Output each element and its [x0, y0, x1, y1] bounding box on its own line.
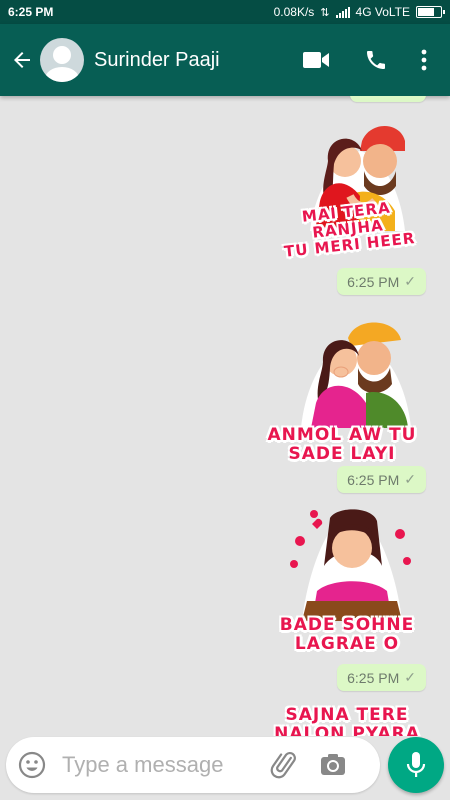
- sticker-couple-shy[interactable]: [296, 318, 416, 428]
- message-time: 6:25 PM: [347, 669, 400, 686]
- sticker-caption-line: BADE SOHNE: [279, 615, 415, 635]
- sticker-caption-line: ANMOL AW TU: [267, 425, 417, 445]
- sent-check-icon: ✓: [404, 273, 416, 289]
- chat-area[interactable]: MAI TERA RANJHA TU MERI HEER 6:25 PM ✓ A…: [0, 96, 450, 736]
- status-indicators: 0.08K/s ⇅ 4G VoLTE: [273, 5, 445, 19]
- voice-record-button[interactable]: [388, 737, 444, 793]
- sticker-caption-line: SAJNA TERE: [285, 705, 409, 725]
- sticker-caption-line: LAGRAE O: [294, 633, 400, 654]
- message-time: 6:25 PM: [347, 273, 400, 290]
- sticker-caption-2: ANMOL AW TU SADE LAYI: [262, 426, 422, 463]
- sent-check-icon: ✓: [404, 669, 416, 685]
- phone-icon: [367, 51, 385, 69]
- message-bubble-partial: [350, 96, 426, 102]
- data-speed: 0.08K/s: [273, 5, 315, 19]
- voice-call-button[interactable]: [356, 40, 396, 80]
- data-transfer-icon: ⇅: [320, 6, 330, 19]
- sticker-caption-line: NALON PYARA: [274, 723, 420, 736]
- message-composer: [6, 737, 380, 793]
- network-type: 4G VoLTE: [355, 5, 410, 19]
- sticker-caption-line: SADE LAYI: [288, 443, 396, 464]
- video-camera-icon: [303, 52, 329, 68]
- status-time: 6:25 PM: [8, 5, 54, 19]
- chat-header: Surinder Paaji: [0, 24, 450, 96]
- camera-button[interactable]: [318, 750, 348, 780]
- more-vertical-icon: [421, 49, 427, 71]
- more-options-button[interactable]: [404, 40, 444, 80]
- message-time-bubble-1: 6:25 PM ✓: [337, 268, 426, 295]
- battery-icon: [416, 6, 445, 18]
- sticker-caption-3: BADE SOHNE LAGRAE O: [262, 616, 432, 653]
- arrow-left-icon: [14, 52, 30, 68]
- video-call-button[interactable]: [296, 40, 336, 80]
- sticker-caption-1: MAI TERA RANJHA TU MERI HEER: [266, 196, 430, 262]
- contact-name[interactable]: Surinder Paaji: [94, 49, 296, 72]
- sticker-caption-4: SAJNA TERE NALON PYARA: [262, 706, 432, 736]
- status-bar: 6:25 PM 0.08K/s ⇅ 4G VoLTE: [0, 0, 450, 24]
- microphone-icon: [406, 752, 426, 777]
- message-time-bubble-3: 6:25 PM ✓: [337, 664, 426, 691]
- message-time-bubble-2: 6:25 PM ✓: [337, 466, 426, 493]
- attach-button[interactable]: [270, 750, 300, 780]
- emoji-button[interactable]: [18, 751, 46, 779]
- signal-icon: [335, 6, 350, 18]
- message-time: 6:25 PM: [347, 471, 400, 488]
- contact-avatar[interactable]: [40, 38, 84, 82]
- message-input[interactable]: [60, 751, 264, 779]
- battery-level: [418, 8, 434, 16]
- sticker-girl-hearts[interactable]: [282, 506, 422, 621]
- sent-check-icon: ✓: [404, 471, 416, 487]
- back-button[interactable]: [6, 44, 38, 76]
